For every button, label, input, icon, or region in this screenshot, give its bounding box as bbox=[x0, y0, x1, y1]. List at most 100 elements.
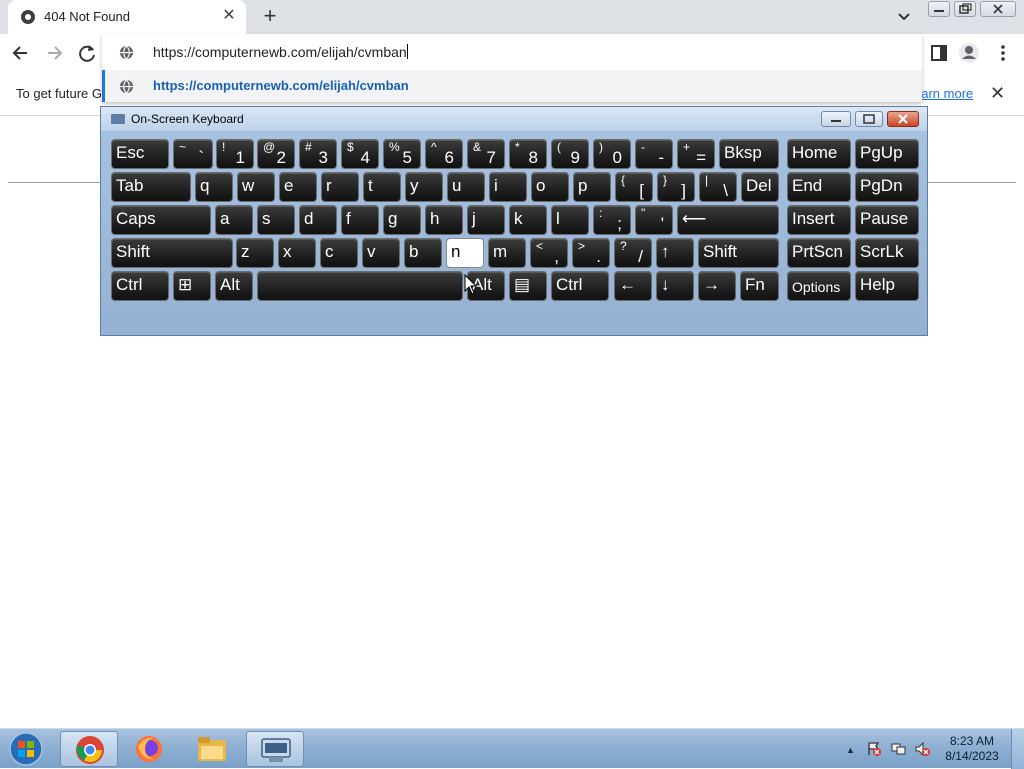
taskbar-osk[interactable] bbox=[246, 731, 304, 767]
reload-icon[interactable] bbox=[76, 42, 98, 64]
key-c[interactable]: c bbox=[320, 238, 358, 268]
key-scrlk[interactable]: ScrLk bbox=[855, 238, 919, 268]
suggestion-item[interactable]: https://computernewb.com/elijah/cvmban bbox=[102, 70, 922, 102]
key-rbracket[interactable]: }] bbox=[657, 172, 695, 202]
chevron-down-icon[interactable] bbox=[895, 8, 913, 26]
key-2[interactable]: @2 bbox=[257, 139, 295, 169]
address-bar[interactable]: https://computernewb.com/elijah/cvmban bbox=[102, 34, 922, 70]
key-v[interactable]: v bbox=[362, 238, 400, 268]
side-panel-icon[interactable] bbox=[928, 42, 950, 64]
key-semicolon[interactable]: :; bbox=[593, 205, 631, 235]
show-desktop-button[interactable] bbox=[1011, 729, 1024, 769]
key-bksp[interactable]: Bksp bbox=[719, 139, 779, 169]
key-equals[interactable]: + = bbox=[677, 139, 715, 169]
key-rctrl[interactable]: Ctrl bbox=[551, 271, 609, 301]
key-k[interactable]: k bbox=[509, 205, 547, 235]
key-x[interactable]: x bbox=[278, 238, 316, 268]
key-pgdn[interactable]: PgDn bbox=[855, 172, 919, 202]
key-backtick[interactable]: ~ ` bbox=[173, 139, 213, 169]
key-esc[interactable]: Esc bbox=[111, 139, 169, 169]
key-6[interactable]: ^ 6 bbox=[425, 139, 463, 169]
key-a[interactable]: a bbox=[215, 205, 253, 235]
osk-titlebar[interactable]: On-Screen Keyboard bbox=[101, 107, 927, 131]
key-down-arrow[interactable]: ↓ bbox=[656, 271, 694, 301]
key-h[interactable]: h bbox=[425, 205, 463, 235]
address-input[interactable]: https://computernewb.com/elijah/cvmban bbox=[153, 44, 408, 60]
key-lalt[interactable]: Alt bbox=[215, 271, 253, 301]
action-center-flag-icon[interactable] bbox=[866, 741, 882, 757]
key-pause[interactable]: Pause bbox=[855, 205, 919, 235]
key-1[interactable]: ! 1 bbox=[216, 139, 254, 169]
taskbar-firefox[interactable] bbox=[120, 731, 178, 767]
key-0[interactable]: ) 0 bbox=[593, 139, 631, 169]
new-tab-button[interactable]: + bbox=[258, 5, 282, 29]
key-backslash[interactable]: | \ bbox=[699, 172, 737, 202]
tab-404[interactable]: 404 Not Found ✕ bbox=[8, 0, 246, 34]
key-del[interactable]: Del bbox=[741, 172, 779, 202]
key-5[interactable]: % 5 bbox=[383, 139, 421, 169]
key-f[interactable]: f bbox=[341, 205, 379, 235]
osk-minimize-button[interactable] bbox=[821, 111, 851, 127]
back-icon[interactable] bbox=[10, 42, 32, 64]
key-win[interactable]: ⊞ bbox=[173, 271, 211, 301]
key-minus[interactable]: -- bbox=[635, 139, 673, 169]
key-menu[interactable]: ▤ bbox=[509, 271, 547, 301]
key-b[interactable]: b bbox=[404, 238, 442, 268]
key-enter[interactable]: ⟵ bbox=[677, 205, 779, 235]
key-help[interactable]: Help bbox=[855, 271, 919, 301]
key-g[interactable]: g bbox=[383, 205, 421, 235]
key-space[interactable] bbox=[257, 271, 463, 301]
key-tab[interactable]: Tab bbox=[111, 172, 191, 202]
key-end[interactable]: End bbox=[787, 172, 851, 202]
key-q[interactable]: q bbox=[195, 172, 233, 202]
start-button[interactable] bbox=[6, 731, 46, 767]
osk-close-button[interactable] bbox=[887, 111, 919, 127]
key-caps[interactable]: Caps bbox=[111, 205, 211, 235]
window-close-button[interactable] bbox=[980, 1, 1016, 17]
volume-muted-icon[interactable] bbox=[914, 741, 930, 757]
key-p[interactable]: p bbox=[573, 172, 611, 202]
key-9[interactable]: (9 bbox=[551, 139, 589, 169]
key-4[interactable]: $4 bbox=[341, 139, 379, 169]
close-tab-button[interactable]: ✕ bbox=[220, 7, 238, 25]
key-quote[interactable]: " ' bbox=[635, 205, 673, 235]
key-u[interactable]: u bbox=[447, 172, 485, 202]
forward-icon[interactable] bbox=[43, 42, 65, 64]
key-home[interactable]: Home bbox=[787, 139, 851, 169]
key-z[interactable]: z bbox=[236, 238, 274, 268]
learn-more-link[interactable]: earn more bbox=[914, 86, 973, 101]
key-w[interactable]: w bbox=[237, 172, 275, 202]
key-prtscn[interactable]: PrtScn bbox=[787, 238, 851, 268]
key-7[interactable]: & 7 bbox=[467, 139, 505, 169]
key-r[interactable]: r bbox=[321, 172, 359, 202]
taskbar-chrome[interactable] bbox=[60, 731, 118, 767]
key-right-arrow[interactable]: → bbox=[698, 271, 736, 301]
restore-button[interactable] bbox=[954, 1, 976, 17]
key-8[interactable]: * 8 bbox=[509, 139, 547, 169]
infobar-close-button[interactable]: ✕ bbox=[990, 84, 1005, 102]
key-slash[interactable]: ? / bbox=[614, 238, 652, 268]
key-pgup[interactable]: PgUp bbox=[855, 139, 919, 169]
key-lbracket[interactable]: {[ bbox=[615, 172, 653, 202]
menu-dots-icon[interactable] bbox=[992, 42, 1014, 64]
system-clock[interactable]: 8:23 AM 8/14/2023 bbox=[944, 734, 1000, 764]
key-insert[interactable]: Insert bbox=[787, 205, 851, 235]
osk-maximize-button[interactable] bbox=[855, 111, 883, 127]
key-up-arrow[interactable]: ↑ bbox=[656, 238, 694, 268]
key-n[interactable]: n bbox=[446, 238, 484, 268]
key-3[interactable]: #3 bbox=[299, 139, 337, 169]
key-options[interactable]: Options bbox=[787, 271, 851, 301]
taskbar-explorer[interactable] bbox=[183, 731, 241, 767]
key-s[interactable]: s bbox=[257, 205, 295, 235]
key-lshift[interactable]: Shift bbox=[111, 238, 233, 268]
key-comma[interactable]: <, bbox=[530, 238, 568, 268]
network-icon[interactable] bbox=[890, 741, 906, 757]
key-j[interactable]: j bbox=[467, 205, 505, 235]
key-l[interactable]: l bbox=[551, 205, 589, 235]
key-period[interactable]: >. bbox=[572, 238, 610, 268]
key-m[interactable]: m bbox=[488, 238, 526, 268]
key-left-arrow[interactable]: ← bbox=[614, 271, 652, 301]
key-o[interactable]: o bbox=[531, 172, 569, 202]
tray-expand-icon[interactable]: ▲ bbox=[846, 745, 855, 755]
key-rshift[interactable]: Shift bbox=[698, 238, 779, 268]
